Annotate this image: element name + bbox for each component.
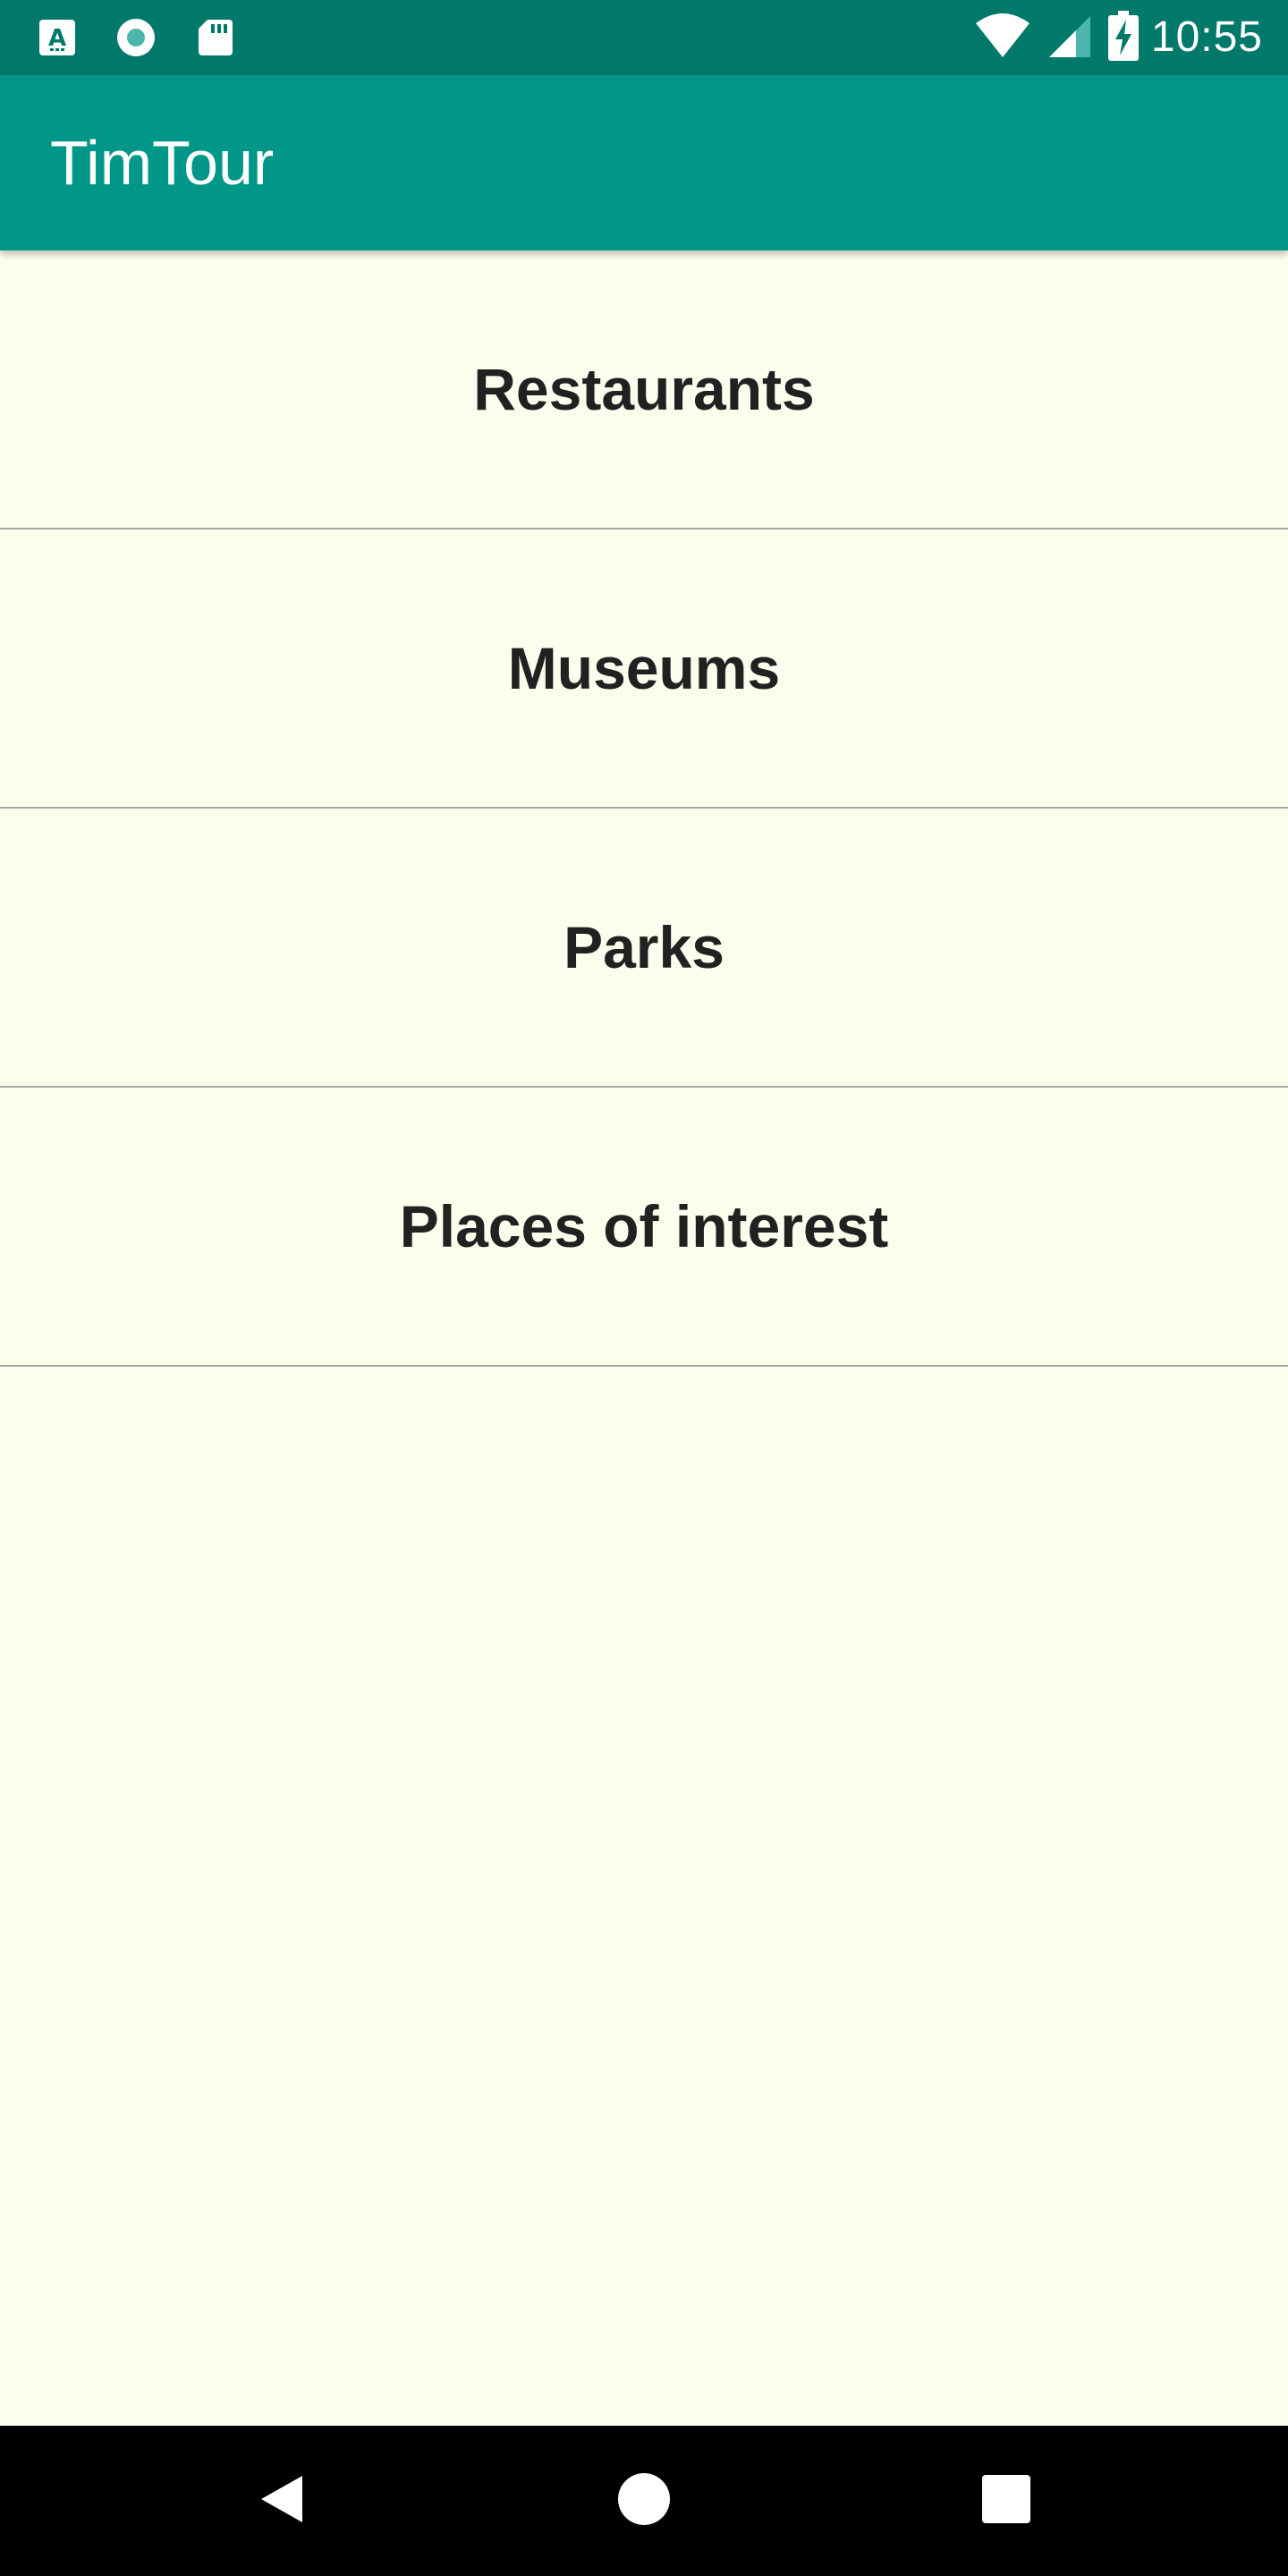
home-button[interactable] (608, 2465, 680, 2537)
navigation-bar (0, 2426, 1288, 2576)
status-left-icons: A (36, 16, 272, 59)
category-list: Restaurants Museums Parks Places of inte… (0, 250, 1288, 1367)
category-label: Restaurants (473, 356, 815, 422)
category-label: Parks (564, 914, 724, 980)
recents-icon (978, 2470, 1035, 2532)
back-icon (254, 2470, 311, 2532)
battery-charging-icon (1107, 10, 1139, 65)
category-item-restaurants[interactable]: Restaurants (0, 250, 1288, 530)
recents-button[interactable] (970, 2465, 1042, 2537)
app-bar: TimTour (0, 75, 1288, 250)
category-item-places-of-interest[interactable]: Places of interest (0, 1088, 1288, 1367)
svg-text:A: A (48, 25, 66, 52)
category-label: Museums (507, 635, 781, 701)
wifi-icon (974, 13, 1031, 64)
sd-card-icon (193, 16, 236, 59)
record-circle-icon (114, 16, 157, 59)
app-title: TimTour (50, 128, 275, 198)
category-label: Places of interest (399, 1193, 889, 1259)
back-button[interactable] (247, 2465, 318, 2537)
category-item-parks[interactable]: Parks (0, 809, 1288, 1088)
status-bar: A 10:55 (0, 0, 1288, 75)
cell-signal-icon (1047, 13, 1092, 64)
status-right-icons: 10:55 (958, 10, 1263, 65)
text-a-icon: A (36, 16, 79, 59)
home-icon (615, 2470, 673, 2532)
status-time: 10:55 (1150, 13, 1263, 61)
category-item-museums[interactable]: Museums (0, 530, 1288, 809)
